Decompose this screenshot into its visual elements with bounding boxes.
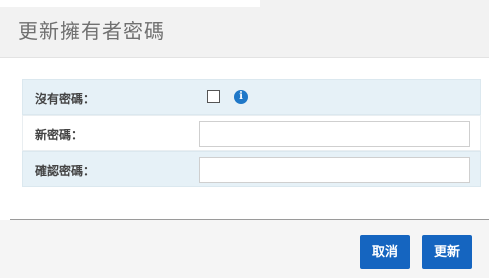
no-password-label: 沒有密碼： <box>35 92 96 106</box>
top-edge-strip <box>0 0 260 7</box>
info-icon[interactable]: i <box>234 90 248 104</box>
dialog-title: 更新擁有者密碼 <box>18 19 165 43</box>
new-password-row: 新密碼： <box>22 115 481 151</box>
no-password-row: 沒有密碼： i <box>22 79 481 115</box>
no-password-checkbox[interactable] <box>207 90 220 103</box>
new-password-label: 新密碼： <box>35 128 84 142</box>
new-password-field[interactable] <box>199 121 470 147</box>
confirm-password-field[interactable] <box>199 157 470 183</box>
dialog-header: 更新擁有者密碼 <box>0 0 489 58</box>
update-owner-password-dialog: 更新擁有者密碼 沒有密碼： i 新密碼： 確認密碼： 取消 更新 <box>0 0 489 278</box>
cancel-button[interactable]: 取消 <box>360 235 410 269</box>
dialog-footer: 取消 更新 <box>0 220 489 278</box>
confirm-password-row: 確認密碼： <box>22 151 481 187</box>
confirm-password-label: 確認密碼： <box>35 164 96 178</box>
update-button[interactable]: 更新 <box>422 235 472 269</box>
